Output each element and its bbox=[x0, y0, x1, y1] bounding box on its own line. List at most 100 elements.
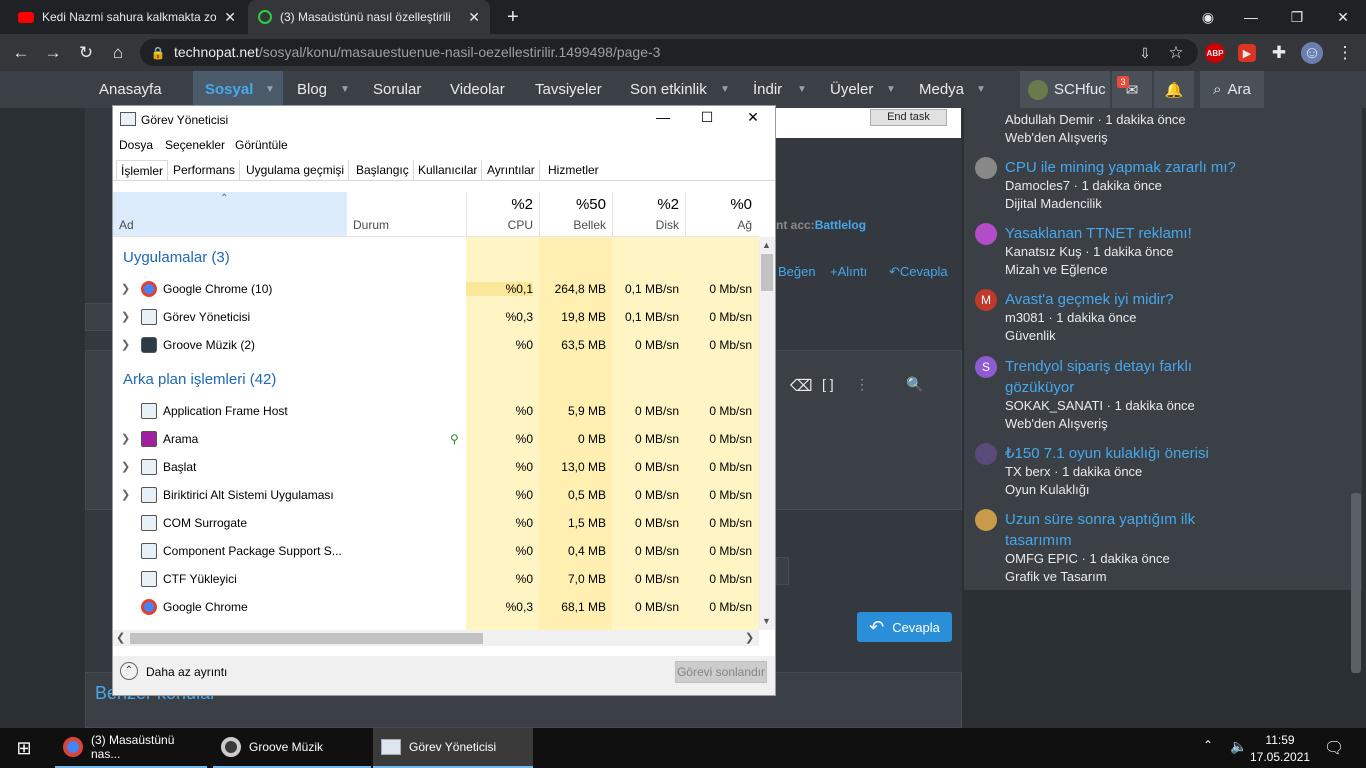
search-button[interactable]: ⌕ Ara bbox=[1200, 71, 1264, 108]
sidebar-post[interactable]: ₺150 7.1 oyun kulaklığı önerisi TX berx … bbox=[975, 443, 1355, 501]
chevron-right-icon[interactable]: ❯ bbox=[121, 432, 130, 445]
chevron-down-icon[interactable]: ▼ bbox=[976, 84, 986, 95]
home-icon[interactable]: ⌂ bbox=[107, 42, 129, 64]
group-apps[interactable]: Uygulamalar (3) bbox=[123, 249, 230, 266]
kebab-menu-icon[interactable]: ⋮ bbox=[1334, 42, 1356, 64]
profile-menu-icon[interactable]: ◉ bbox=[1185, 0, 1231, 34]
vertical-scrollbar[interactable] bbox=[759, 237, 775, 630]
chevron-down-icon[interactable]: ▼ bbox=[720, 84, 730, 95]
nav-sosyal[interactable]: Sosyal bbox=[193, 71, 266, 108]
bell-icon[interactable]: 🔔 bbox=[1154, 71, 1194, 108]
eraser-icon[interactable]: ⌫ bbox=[790, 376, 813, 396]
like-link[interactable]: Beğen bbox=[778, 264, 816, 279]
process-row[interactable]: ❯ Görev Yöneticisi %0,3 19,8 MB 0,1 MB/s… bbox=[113, 303, 759, 331]
menu-dosya[interactable]: Dosya bbox=[119, 138, 153, 152]
nav-son-etkinlik[interactable]: Son etkinlik bbox=[630, 71, 707, 108]
chevron-right-icon[interactable]: ❯ bbox=[121, 488, 130, 501]
scroll-left-icon[interactable]: ❮ bbox=[116, 631, 125, 644]
fewer-details-link[interactable]: Daha az ayrıntı bbox=[146, 665, 227, 679]
taskbar-item-taskmgr[interactable]: Görev Yöneticisi bbox=[373, 728, 533, 768]
more-icon[interactable]: ⋮ bbox=[855, 376, 869, 393]
new-tab-button[interactable]: + bbox=[497, 0, 529, 34]
taskbar-item-groove[interactable]: Groove Müzik bbox=[213, 728, 371, 768]
pagination-prev[interactable] bbox=[85, 303, 115, 331]
horizontal-scroll-thumb[interactable] bbox=[130, 633, 483, 644]
group-background[interactable]: Arka plan işlemleri (42) bbox=[123, 371, 276, 388]
nav-anasayfa[interactable]: Anasayfa bbox=[99, 71, 162, 108]
process-row[interactable]: ❯ Biriktirici Alt Sistemi Uygulaması %0 0,5… bbox=[113, 481, 759, 509]
tray-chevron-icon[interactable]: ⌃ bbox=[1203, 738, 1213, 752]
process-row[interactable]: ❯ Başlat %0 13,0 MB 0 MB/sn 0 Mb/sn bbox=[113, 453, 759, 481]
minimize-icon[interactable]: — bbox=[1228, 0, 1274, 34]
lock-icon[interactable]: 🔒 bbox=[147, 42, 169, 64]
process-row[interactable]: Application Frame Host %0 5,9 MB 0 MB/sn 0 M… bbox=[113, 397, 759, 425]
chevron-down-icon[interactable]: ▼ bbox=[340, 84, 350, 95]
chevron-right-icon[interactable]: ❯ bbox=[121, 460, 130, 473]
sidebar-post[interactable]: M Avast'a geçmek iyi midir? m3081 · 1 da… bbox=[975, 289, 1355, 347]
windows-start-icon[interactable]: ⊞ bbox=[0, 728, 48, 768]
column-header-name[interactable] bbox=[113, 192, 347, 236]
nav-tavsiyeler[interactable]: Tavsiyeler bbox=[535, 71, 602, 108]
battlelog-link[interactable]: Battlelog bbox=[815, 218, 866, 232]
scroll-down-icon[interactable]: ▼ bbox=[762, 616, 771, 626]
nav-sorular[interactable]: Sorular bbox=[373, 71, 421, 108]
tab-hizmetler[interactable]: Hizmetler bbox=[544, 160, 603, 180]
end-task-button[interactable]: Görevi sonlandır bbox=[675, 661, 767, 683]
tab-ayrintilar[interactable]: Ayrıntılar bbox=[483, 160, 540, 180]
sidebar-post[interactable]: CPU ile mining yapmak zararlı mı? Damocl… bbox=[975, 157, 1355, 215]
adblock-icon[interactable]: ABP bbox=[1205, 43, 1225, 63]
process-row[interactable]: Component Package Support S... %0 0,4 MB 0 … bbox=[113, 537, 759, 565]
preview-icon[interactable]: 🔍 bbox=[906, 376, 923, 393]
nav-uyeler[interactable]: Üyeler bbox=[830, 71, 873, 108]
quote-link[interactable]: +Alıntı bbox=[830, 264, 867, 279]
install-icon[interactable]: ⇩ bbox=[1134, 42, 1156, 64]
chevron-right-icon[interactable]: ❯ bbox=[121, 338, 130, 351]
network-total[interactable]: %0 bbox=[685, 196, 752, 213]
close-tab-icon[interactable]: ✕ bbox=[468, 9, 480, 26]
minimize-icon[interactable]: — bbox=[640, 109, 686, 129]
star-icon[interactable]: ☆ bbox=[1165, 42, 1187, 64]
chevron-up-icon[interactable]: ⌃ bbox=[120, 662, 138, 680]
brackets-icon[interactable]: [ ] bbox=[822, 376, 834, 392]
tab-performans[interactable]: Performans bbox=[169, 160, 241, 180]
reply-link[interactable]: ↶Cevapla bbox=[889, 264, 948, 280]
process-row[interactable]: ❯ Google Chrome (10) %0,1 264,8 MB 0,1 M… bbox=[113, 275, 759, 303]
nav-indir[interactable]: İndir bbox=[753, 71, 782, 108]
chevron-right-icon[interactable]: ❯ bbox=[121, 310, 130, 323]
clock-date[interactable]: 17.05.2021 bbox=[1250, 750, 1310, 764]
reply-submit-button[interactable]: ↶ Cevapla bbox=[857, 612, 952, 642]
notification-icon[interactable]: 🗨 bbox=[1324, 738, 1344, 758]
tab-islemler[interactable]: İşlemler bbox=[116, 160, 169, 180]
clock-time[interactable]: 11:59 bbox=[1250, 733, 1310, 747]
browser-tab-technopat[interactable]: (3) Masaüstünü nasıl özelleştirilir ✕ bbox=[248, 0, 490, 34]
user-menu[interactable]: SCHfuc bbox=[1020, 71, 1110, 108]
sidebar-post[interactable]: Abdullah Demir · 1 dakika önce Web'den A… bbox=[975, 108, 1355, 148]
chevron-right-icon[interactable]: ❯ bbox=[121, 282, 130, 295]
cpu-total[interactable]: %2 bbox=[466, 196, 533, 213]
back-icon[interactable]: ← bbox=[10, 42, 32, 64]
taskbar-item-chrome[interactable]: (3) Masaüstünü nas... bbox=[55, 728, 207, 768]
scroll-up-icon[interactable]: ▲ bbox=[762, 240, 771, 250]
column-status-label[interactable]: Durum bbox=[353, 218, 389, 232]
process-row[interactable]: ❯ Arama ⚲ %0 0 MB 0 MB/sn 0 Mb/sn bbox=[113, 425, 759, 453]
restore-icon[interactable]: ❐ bbox=[1274, 0, 1320, 34]
network-header[interactable]: Ağ bbox=[685, 218, 752, 232]
tab-uygulama-gecmisi[interactable]: Uygulama geçmişi bbox=[242, 160, 350, 180]
avatar-icon[interactable]: ☺ bbox=[1301, 42, 1323, 64]
forward-icon[interactable]: → bbox=[42, 42, 64, 64]
chevron-down-icon[interactable]: ▼ bbox=[257, 71, 283, 108]
close-tab-icon[interactable]: ✕ bbox=[224, 9, 236, 26]
browser-tab-youtube[interactable]: Kedi Nazmi sahura kalkmakta zor ✕ bbox=[8, 0, 246, 34]
puzzle-icon[interactable]: ✚ bbox=[1268, 42, 1290, 64]
cpu-header[interactable]: CPU bbox=[466, 218, 533, 232]
process-row[interactable]: COM Surrogate %0 1,5 MB 0 MB/sn 0 Mb/sn bbox=[113, 509, 759, 537]
nav-blog[interactable]: Blog bbox=[297, 71, 327, 108]
nav-medya[interactable]: Medya bbox=[919, 71, 964, 108]
disk-total[interactable]: %2 bbox=[612, 196, 679, 213]
memory-total[interactable]: %50 bbox=[539, 196, 606, 213]
maximize-icon[interactable]: ☐ bbox=[684, 109, 730, 129]
reload-icon[interactable]: ↻ bbox=[75, 42, 97, 64]
process-row[interactable]: Google Chrome %0,3 68,1 MB 0 MB/sn 0 Mb/sn bbox=[113, 593, 759, 621]
disk-header[interactable]: Disk bbox=[612, 218, 679, 232]
vertical-scroll-thumb[interactable] bbox=[761, 254, 773, 291]
